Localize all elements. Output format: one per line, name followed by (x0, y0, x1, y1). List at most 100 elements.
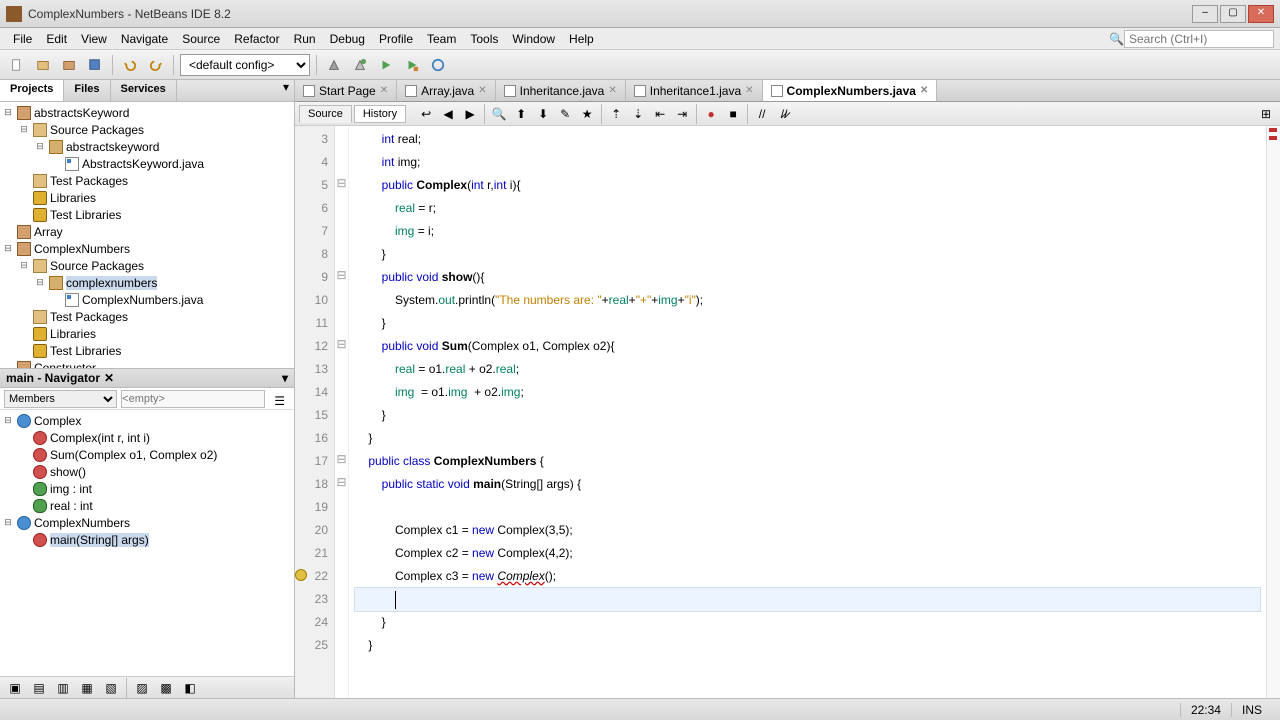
line-number[interactable]: 12 (297, 335, 328, 358)
line-number[interactable]: 4 (297, 151, 328, 174)
back-icon[interactable]: ◀ (438, 104, 458, 124)
close-tab-icon[interactable]: ✕ (380, 85, 388, 96)
close-tab-icon[interactable]: ✕ (608, 85, 616, 96)
nav-tool-6[interactable]: ▨ (131, 677, 153, 699)
tree-node[interactable]: Libraries (2, 325, 292, 342)
fold-toggle-icon[interactable]: ⊟ (335, 448, 348, 471)
code-line[interactable]: } (355, 243, 1260, 266)
find-sel-icon[interactable]: 🔍 (489, 104, 509, 124)
shift-right-icon[interactable]: ⇥ (672, 104, 692, 124)
line-number[interactable]: 19 (297, 496, 328, 519)
code-line[interactable]: img = i; (355, 220, 1260, 243)
code-line[interactable]: public Complex(int r,int i){ (355, 174, 1260, 197)
fold-toggle-icon[interactable]: ⊟ (335, 333, 348, 356)
menu-edit[interactable]: Edit (39, 30, 74, 48)
line-number[interactable]: 15 (297, 404, 328, 427)
code-line[interactable]: public void Sum(Complex o1, Complex o2){ (355, 335, 1260, 358)
tree-node[interactable]: AbstractsKeyword.java (2, 155, 292, 172)
tree-node[interactable]: ⊟Source Packages (2, 121, 292, 138)
error-glyph-icon[interactable] (295, 569, 307, 581)
panel-minimize-icon[interactable]: ▾ (278, 80, 294, 101)
tree-node[interactable]: ⊟complexnumbers (2, 274, 292, 291)
split-icon[interactable]: ⊞ (1256, 104, 1276, 124)
line-number[interactable]: 5 (297, 174, 328, 197)
navigator-tree[interactable]: ⊟ComplexComplex(int r, int i)Sum(Complex… (0, 410, 294, 676)
line-number[interactable]: 8 (297, 243, 328, 266)
tree-node[interactable]: ⊟abstractskeyword (2, 138, 292, 155)
close-icon[interactable]: ✕ (104, 371, 114, 385)
code-line[interactable]: Complex c2 = new Complex(4,2); (355, 542, 1260, 565)
shift-left-icon[interactable]: ⇤ (650, 104, 670, 124)
line-number[interactable]: 24 (297, 611, 328, 634)
toggle-bookmark-icon[interactable]: ★ (577, 104, 597, 124)
panel-minimize-icon[interactable]: ▾ (282, 371, 288, 385)
line-number[interactable]: 17 (297, 450, 328, 473)
editor-tab[interactable]: Start Page✕ (295, 80, 397, 101)
line-number[interactable]: 21 (297, 542, 328, 565)
uncomment-icon[interactable]: /̷/̷ (774, 104, 794, 124)
nav-node[interactable]: real : int (2, 497, 292, 514)
menu-source[interactable]: Source (175, 30, 227, 48)
close-tab-icon[interactable]: ✕ (920, 85, 928, 96)
expander-icon[interactable]: ⊟ (2, 243, 14, 254)
nav-tool-2[interactable]: ▤ (28, 677, 50, 699)
last-edit-icon[interactable]: ↩ (416, 104, 436, 124)
fold-toggle-icon[interactable]: ⊟ (335, 471, 348, 494)
code-editor[interactable]: 345678910111213141516171819202122232425 … (295, 126, 1280, 698)
run-button[interactable] (375, 54, 397, 76)
code-line[interactable]: public static void main(String[] args) { (355, 473, 1260, 496)
code-line[interactable]: Complex c1 = new Complex(3,5); (355, 519, 1260, 542)
menu-run[interactable]: Run (287, 30, 323, 48)
search-input[interactable] (1124, 30, 1274, 48)
code-content[interactable]: int real; int img; public Complex(int r,… (349, 126, 1266, 698)
build-button[interactable] (323, 54, 345, 76)
run-config-select[interactable]: <default config> (180, 54, 310, 76)
minimize-button[interactable]: – (1192, 5, 1218, 23)
menu-debug[interactable]: Debug (323, 30, 372, 48)
comment-icon[interactable]: // (752, 104, 772, 124)
fold-toggle-icon[interactable]: ⊟ (335, 172, 348, 195)
find-next-icon[interactable]: ⬇ (533, 104, 553, 124)
nav-node[interactable]: main(String[] args) (2, 531, 292, 548)
line-number[interactable]: 6 (297, 197, 328, 220)
tab-services[interactable]: Services (111, 80, 177, 101)
tree-node[interactable]: Constructor (2, 359, 292, 368)
line-number[interactable]: 11 (297, 312, 328, 335)
tree-node[interactable]: Test Packages (2, 172, 292, 189)
clean-build-button[interactable] (349, 54, 371, 76)
prev-bookmark-icon[interactable]: ⇡ (606, 104, 626, 124)
menu-team[interactable]: Team (420, 30, 463, 48)
open-project-button[interactable] (58, 54, 80, 76)
fold-toggle-icon[interactable]: ⊟ (335, 264, 348, 287)
code-line[interactable]: real = o1.real + o2.real; (355, 358, 1260, 381)
start-macro-icon[interactable]: ● (701, 104, 721, 124)
menu-profile[interactable]: Profile (372, 30, 420, 48)
code-line[interactable]: img = o1.img + o2.img; (355, 381, 1260, 404)
error-strip[interactable] (1266, 126, 1280, 698)
debug-button[interactable] (401, 54, 423, 76)
editor-tab[interactable]: Inheritance.java✕ (496, 80, 626, 101)
code-line[interactable]: } (355, 634, 1260, 657)
error-mark[interactable] (1269, 136, 1277, 140)
code-line[interactable] (355, 588, 1260, 611)
tab-projects[interactable]: Projects (0, 80, 64, 101)
nav-tool-7[interactable]: ▩ (155, 677, 177, 699)
editor-tab[interactable]: ComplexNumbers.java✕ (763, 80, 938, 101)
maximize-button[interactable]: ▢ (1220, 5, 1246, 23)
line-number[interactable]: 25 (297, 634, 328, 657)
nav-tool-5[interactable]: ▧ (100, 677, 122, 699)
undo-button[interactable] (119, 54, 141, 76)
code-line[interactable]: } (355, 427, 1260, 450)
nav-tool-3[interactable]: ▥ (52, 677, 74, 699)
code-line[interactable]: Complex c3 = new Complex(); (355, 565, 1260, 588)
expander-icon[interactable]: ⊟ (34, 141, 46, 152)
line-number-gutter[interactable]: 345678910111213141516171819202122232425 (295, 126, 335, 698)
save-all-button[interactable] (84, 54, 106, 76)
menu-navigate[interactable]: Navigate (114, 30, 175, 48)
close-button[interactable]: ✕ (1248, 5, 1274, 23)
nav-node[interactable]: show() (2, 463, 292, 480)
nav-tool-8[interactable]: ◧ (179, 677, 201, 699)
editor-tab[interactable]: Inheritance1.java✕ (626, 80, 763, 101)
find-prev-icon[interactable]: ⬆ (511, 104, 531, 124)
code-line[interactable]: } (355, 312, 1260, 335)
